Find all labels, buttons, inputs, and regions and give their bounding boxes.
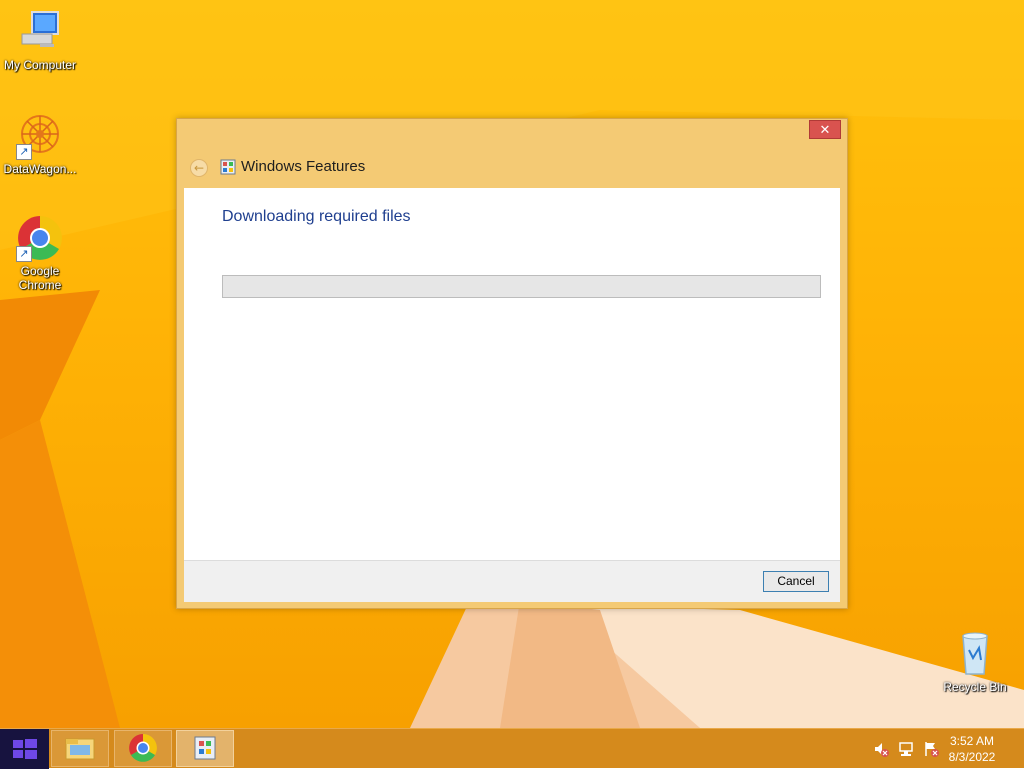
dialog-footer: Cancel [184,560,840,602]
datawagon-icon: ↗ [16,112,64,160]
back-arrow-icon[interactable]: ← [190,159,208,177]
volume-muted-icon[interactable] [873,741,889,757]
file-explorer-icon [65,738,95,760]
dialog-content: Downloading required files [184,188,840,560]
computer-icon [16,8,64,56]
windows-features-icon [220,159,236,175]
desktop-icon-my-computer[interactable]: My Computer [0,8,80,72]
windows-logo-icon [13,739,37,759]
chrome-icon [129,734,157,762]
clock-time: 3:52 AM [949,734,995,748]
desktop-icon-label: Google Chrome [18,264,62,292]
dialog-title: Windows Features [241,158,366,175]
taskbar: 3:52 AM 8/3/2022 [0,728,1024,769]
desktop-icon-label: My Computer [3,58,77,72]
desktop-icon-datawagon[interactable]: ↗ DataWagon... [0,112,80,176]
windows-features-icon [194,736,216,760]
taskbar-chrome[interactable] [114,730,172,767]
desktop-icon-recycle-bin[interactable]: Recycle Bin [935,630,1015,694]
shortcut-arrow-icon: ↗ [16,246,32,262]
desktop-icon-label: Recycle Bin [943,680,1007,694]
desktop: My Computer ↗ DataWagon... ↗ Google Chro… [0,0,1024,728]
cancel-button[interactable]: Cancel [763,571,829,592]
desktop-icon-label: DataWagon... [3,162,77,176]
start-button[interactable] [0,729,49,769]
shortcut-arrow-icon: ↗ [16,144,32,160]
network-icon[interactable] [898,741,914,757]
clock-date: 8/3/2022 [948,750,996,764]
download-progress-bar [222,275,821,298]
windows-features-dialog: ✕ ← Windows Features Downloading require… [176,118,848,609]
system-clock[interactable]: 3:52 AM 8/3/2022 [942,733,1002,765]
chrome-icon: ↗ [16,214,64,262]
action-center-flag-icon[interactable] [923,741,939,757]
desktop-icon-google-chrome[interactable]: ↗ Google Chrome [0,214,80,292]
close-button[interactable]: ✕ [809,120,841,139]
taskbar-windows-features[interactable] [176,730,234,767]
recycle-bin-icon [951,630,999,678]
status-heading: Downloading required files [222,208,411,225]
taskbar-file-explorer[interactable] [51,730,109,767]
